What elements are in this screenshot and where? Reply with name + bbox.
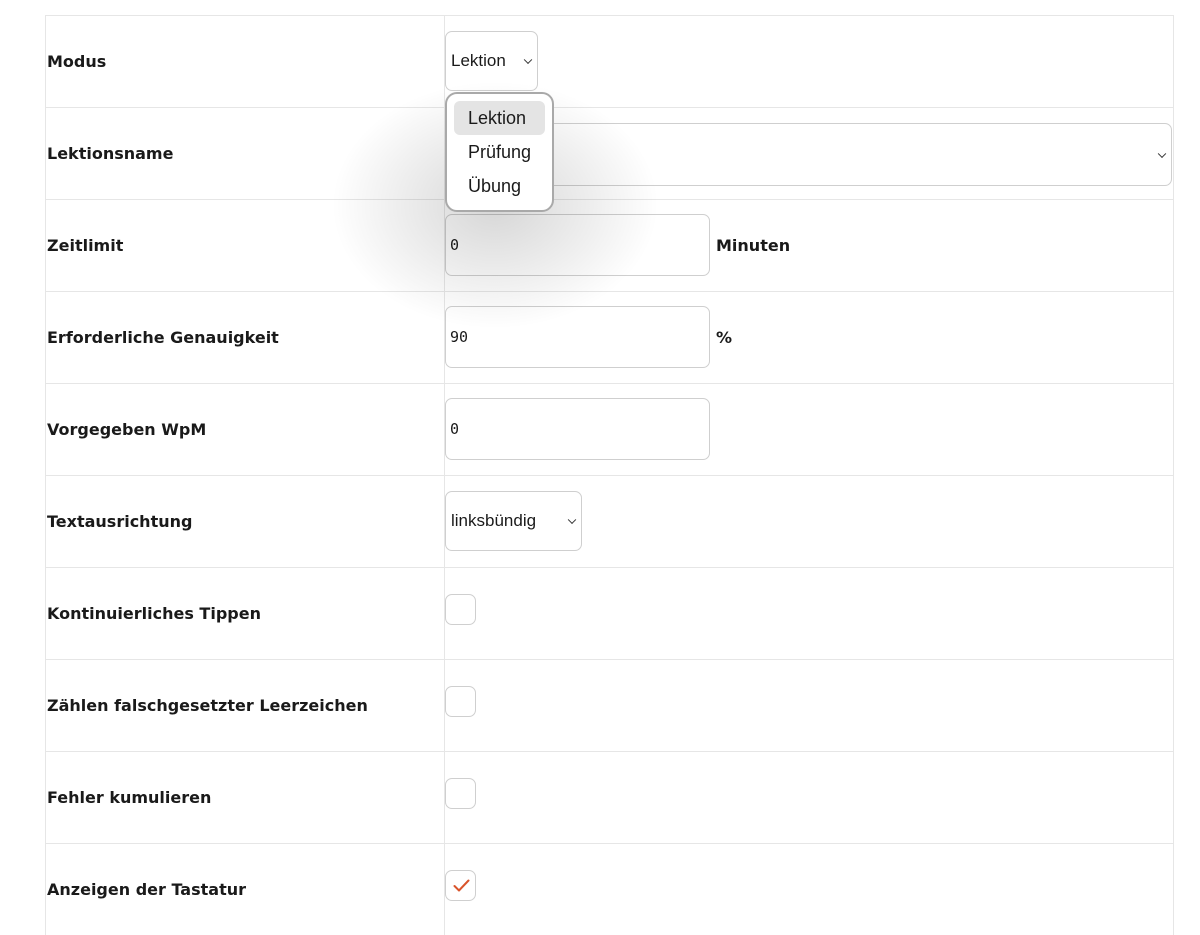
row-continuous-typing: Kontinuierliches Tippen bbox=[46, 568, 1173, 660]
checkmark-icon bbox=[453, 879, 470, 892]
accumulate-errors-label: Fehler kumulieren bbox=[47, 788, 212, 807]
value-cell-accuracy: % bbox=[445, 292, 1173, 383]
time-limit-unit: Minuten bbox=[716, 236, 791, 255]
value-cell-alignment: linksbündig bbox=[445, 476, 1173, 567]
value-cell-mode: Lektion bbox=[445, 16, 1173, 107]
value-cell-lesson-name bbox=[445, 108, 1173, 199]
row-count-spaces: Zählen falschgesetzter Leerzeichen bbox=[46, 660, 1173, 752]
mode-dropdown-menu: Lektion Prüfung Übung bbox=[445, 92, 554, 212]
row-time-limit: Zeitlimit Minuten bbox=[46, 200, 1173, 292]
row-wpm: Vorgegeben WpM bbox=[46, 384, 1173, 476]
accuracy-unit: % bbox=[716, 328, 733, 347]
label-cell-mode: Modus bbox=[46, 16, 445, 107]
continuous-typing-checkbox[interactable] bbox=[445, 594, 476, 625]
label-cell-show-keyboard: Anzeigen der Tastatur bbox=[46, 844, 445, 935]
mode-option-lektion[interactable]: Lektion bbox=[454, 101, 545, 135]
count-spaces-label: Zählen falschgesetzter Leerzeichen bbox=[47, 696, 368, 715]
mode-select[interactable]: Lektion bbox=[445, 31, 538, 91]
time-limit-input[interactable] bbox=[445, 214, 710, 276]
alignment-label: Textausrichtung bbox=[47, 512, 193, 531]
mode-select-value: Lektion bbox=[451, 51, 506, 70]
accumulate-errors-checkbox[interactable] bbox=[445, 778, 476, 809]
show-keyboard-checkbox[interactable] bbox=[445, 870, 476, 901]
value-cell-show-keyboard bbox=[445, 844, 1173, 935]
chevron-down-icon bbox=[567, 515, 577, 525]
label-cell-accuracy: Erforderliche Genauigkeit bbox=[46, 292, 445, 383]
show-keyboard-label: Anzeigen der Tastatur bbox=[47, 880, 246, 899]
lesson-name-label: Lektionsname bbox=[47, 144, 174, 163]
label-cell-wpm: Vorgegeben WpM bbox=[46, 384, 445, 475]
row-mode: Modus Lektion bbox=[46, 16, 1173, 108]
wpm-label: Vorgegeben WpM bbox=[47, 420, 207, 439]
value-cell-wpm bbox=[445, 384, 1173, 475]
wpm-input[interactable] bbox=[445, 398, 710, 460]
value-cell-accumulate-errors bbox=[445, 752, 1173, 843]
row-alignment: Textausrichtung linksbündig bbox=[46, 476, 1173, 568]
mode-option-pruefung[interactable]: Prüfung bbox=[454, 135, 545, 169]
mode-option-uebung[interactable]: Übung bbox=[454, 169, 545, 203]
time-limit-label: Zeitlimit bbox=[47, 236, 124, 255]
value-cell-time-limit: Minuten bbox=[445, 200, 1173, 291]
row-accuracy: Erforderliche Genauigkeit % bbox=[46, 292, 1173, 384]
row-show-keyboard: Anzeigen der Tastatur bbox=[46, 844, 1173, 935]
lesson-name-select[interactable] bbox=[445, 123, 1172, 186]
alignment-select[interactable]: linksbündig bbox=[445, 491, 582, 551]
continuous-typing-label: Kontinuierliches Tippen bbox=[47, 604, 261, 623]
label-cell-count-spaces: Zählen falschgesetzter Leerzeichen bbox=[46, 660, 445, 751]
count-spaces-checkbox[interactable] bbox=[445, 686, 476, 717]
label-cell-continuous-typing: Kontinuierliches Tippen bbox=[46, 568, 445, 659]
label-cell-lesson-name: Lektionsname bbox=[46, 108, 445, 199]
row-accumulate-errors: Fehler kumulieren bbox=[46, 752, 1173, 844]
label-cell-time-limit: Zeitlimit bbox=[46, 200, 445, 291]
value-cell-continuous-typing bbox=[445, 568, 1173, 659]
accuracy-input[interactable] bbox=[445, 306, 710, 368]
alignment-select-value: linksbündig bbox=[451, 511, 537, 530]
chevron-down-icon bbox=[1157, 149, 1167, 158]
label-cell-alignment: Textausrichtung bbox=[46, 476, 445, 567]
row-lesson-name: Lektionsname bbox=[46, 108, 1173, 200]
mode-label: Modus bbox=[47, 52, 107, 71]
accuracy-label: Erforderliche Genauigkeit bbox=[47, 328, 279, 347]
value-cell-count-spaces bbox=[445, 660, 1173, 751]
chevron-down-icon bbox=[523, 55, 533, 65]
settings-table: Modus Lektion Lektionsname Zeitlimit Min… bbox=[45, 15, 1174, 935]
label-cell-accumulate-errors: Fehler kumulieren bbox=[46, 752, 445, 843]
